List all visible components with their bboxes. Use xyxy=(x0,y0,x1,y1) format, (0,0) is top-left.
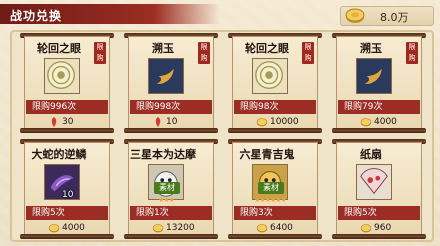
price: 960 xyxy=(374,223,392,233)
shop-card[interactable]: 溯玉 限购 限购79次 4000 xyxy=(332,32,426,134)
scroll-rod xyxy=(332,234,426,239)
limit-bar: 限购3次 xyxy=(234,206,316,220)
price: 10000 xyxy=(270,117,299,127)
limit-bar: 限购996次 xyxy=(26,100,108,114)
shop-card[interactable]: 纸扇 限购5次 960 xyxy=(332,138,426,240)
shop-card[interactable]: 三星本为达摩 素材 ★★★ 限购1次 13200 xyxy=(124,138,218,240)
star-rating: ★★★★★★ xyxy=(254,196,287,204)
price: 30 xyxy=(62,117,74,127)
item-name: 大蛇的逆鳞 xyxy=(31,148,87,161)
shop-card[interactable]: 大蛇的逆鳞 10 限购5次 4000 xyxy=(20,138,114,240)
limit-tag: 限购 xyxy=(94,42,106,64)
shop-card[interactable]: 溯玉 限购 限购998次 10 xyxy=(124,32,218,134)
limit-tag: 限购 xyxy=(406,42,418,64)
item-icon-frame xyxy=(44,58,80,94)
red-soul-icon xyxy=(51,117,57,127)
gold-coin-icon xyxy=(152,224,164,233)
red-soul-icon xyxy=(155,117,161,127)
item-name: 纸扇 xyxy=(360,148,382,161)
jade-icon xyxy=(357,59,391,93)
currency-value: 8.0万 xyxy=(380,11,409,24)
limit-tag: 限购 xyxy=(198,42,210,64)
item-name: 轮回之眼 xyxy=(37,42,81,55)
item-name: 溯玉 xyxy=(360,42,382,55)
gold-coin-icon xyxy=(360,118,372,127)
item-name: 三星本为达摩 xyxy=(130,148,196,161)
item-name: 六星青吉鬼 xyxy=(239,148,295,161)
gold-coin-icon xyxy=(360,224,372,233)
scroll-rod xyxy=(124,234,218,239)
scroll-rod xyxy=(228,234,322,239)
price: 10 xyxy=(166,117,178,127)
limit-bar: 限购1次 xyxy=(130,206,212,220)
gold-coin-icon xyxy=(256,224,268,233)
item-icon-frame xyxy=(356,58,392,94)
item-icon-frame xyxy=(356,164,392,200)
limit-bar: 限购79次 xyxy=(338,100,420,114)
item-quantity: 10 xyxy=(62,190,74,200)
scroll-rod xyxy=(124,128,218,133)
limit-bar: 限购5次 xyxy=(26,206,108,220)
eye-icon xyxy=(255,61,283,89)
jade-icon xyxy=(149,59,183,93)
limit-bar: 限购998次 xyxy=(130,100,212,114)
item-name: 溯玉 xyxy=(152,42,174,55)
material-badge: 素材 xyxy=(258,182,284,194)
page-title: 战功兑换 xyxy=(10,9,63,23)
price: 13200 xyxy=(166,223,195,233)
limit-bar: 限购98次 xyxy=(234,100,316,114)
star-rating: ★★★ xyxy=(158,196,175,204)
eye-icon xyxy=(47,61,75,89)
price: 4000 xyxy=(62,223,85,233)
item-icon-frame xyxy=(252,58,288,94)
shop-card[interactable]: 轮回之眼 限购 限购98次 10000 xyxy=(228,32,322,134)
fan-icon xyxy=(357,165,391,199)
scroll-rod xyxy=(20,234,114,239)
limit-bar: 限购5次 xyxy=(338,206,420,220)
scroll-rod xyxy=(20,128,114,133)
gold-coin-icon xyxy=(48,224,60,233)
shop-card[interactable]: 六星青吉鬼 素材 ★★★★★★ 限购3次 6400 xyxy=(228,138,322,240)
price: 4000 xyxy=(374,117,397,127)
scroll-rod xyxy=(228,128,322,133)
scroll-rod xyxy=(332,128,426,133)
gold-coin-icon xyxy=(345,8,365,23)
item-name: 轮回之眼 xyxy=(245,42,289,55)
material-badge: 素材 xyxy=(154,182,180,194)
limit-tag: 限购 xyxy=(302,42,314,64)
shop-card[interactable]: 轮回之眼 限购 限购996次 30 xyxy=(20,32,114,134)
gold-coin-icon xyxy=(256,118,268,127)
price: 6400 xyxy=(270,223,293,233)
item-icon-frame xyxy=(148,58,184,94)
